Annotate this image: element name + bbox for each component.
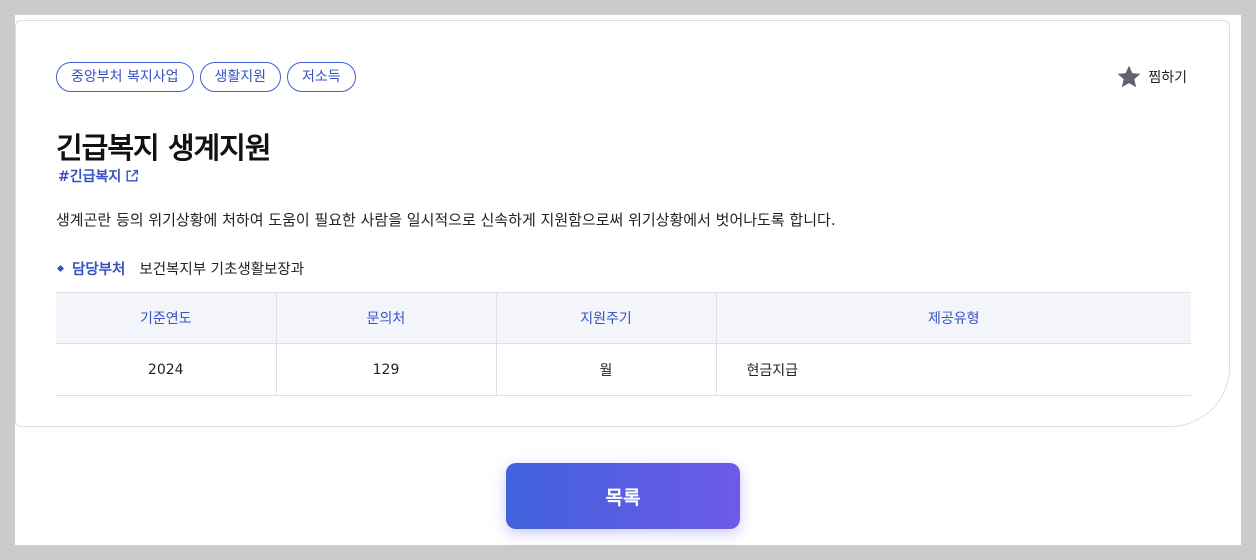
diamond-bullet-icon bbox=[56, 264, 65, 273]
table-header-row: 기준연도 문의처 지원주기 제공유형 bbox=[56, 292, 1191, 344]
department-row: 담당부처 보건복지부 기초생활보장과 bbox=[56, 258, 304, 279]
tag-list: 중앙부처 복지사업 생활지원 저소득 bbox=[56, 62, 356, 92]
table-row: 2024 129 월 현금지급 bbox=[56, 343, 1191, 396]
service-card: 중앙부처 복지사업 생활지원 저소득 찜하기 긴급복지 생계지원 #긴급복지 생… bbox=[15, 20, 1230, 427]
description: 생계곤란 등의 위기상황에 처하여 도움이 필요한 사람을 일시적으로 신속하게… bbox=[56, 211, 836, 229]
header-support-cycle: 지원주기 bbox=[496, 292, 717, 344]
list-button[interactable]: 목록 bbox=[506, 463, 740, 529]
header-contact: 문의처 bbox=[276, 292, 497, 344]
info-table: 기준연도 문의처 지원주기 제공유형 2024 129 월 현금지급 bbox=[56, 292, 1191, 396]
tag-low-income[interactable]: 저소득 bbox=[287, 62, 356, 92]
department-value: 보건복지부 기초생활보장과 bbox=[139, 262, 305, 278]
header-base-year: 기준연도 bbox=[56, 292, 277, 344]
cell-base-year: 2024 bbox=[56, 343, 277, 396]
department-label: 담당부처 bbox=[72, 262, 126, 278]
page: 중앙부처 복지사업 생활지원 저소득 찜하기 긴급복지 생계지원 #긴급복지 생… bbox=[15, 15, 1241, 545]
favorite-button[interactable]: 찜하기 bbox=[1116, 64, 1187, 90]
tag-living-support[interactable]: 생활지원 bbox=[199, 62, 282, 92]
page-title: 긴급복지 생계지원 bbox=[56, 131, 272, 165]
tag-central-welfare[interactable]: 중앙부처 복지사업 bbox=[56, 62, 194, 92]
hashtag-link[interactable]: #긴급복지 bbox=[58, 166, 139, 186]
hashtag-label: #긴급복지 bbox=[58, 169, 122, 185]
star-icon bbox=[1117, 65, 1141, 88]
cell-provision-type: 현금지급 bbox=[716, 343, 1191, 396]
cell-support-cycle: 월 bbox=[496, 343, 717, 396]
favorite-label: 찜하기 bbox=[1148, 70, 1187, 86]
cell-contact: 129 bbox=[276, 343, 497, 396]
header-provision-type: 제공유형 bbox=[716, 292, 1191, 344]
external-link-icon bbox=[126, 169, 139, 182]
